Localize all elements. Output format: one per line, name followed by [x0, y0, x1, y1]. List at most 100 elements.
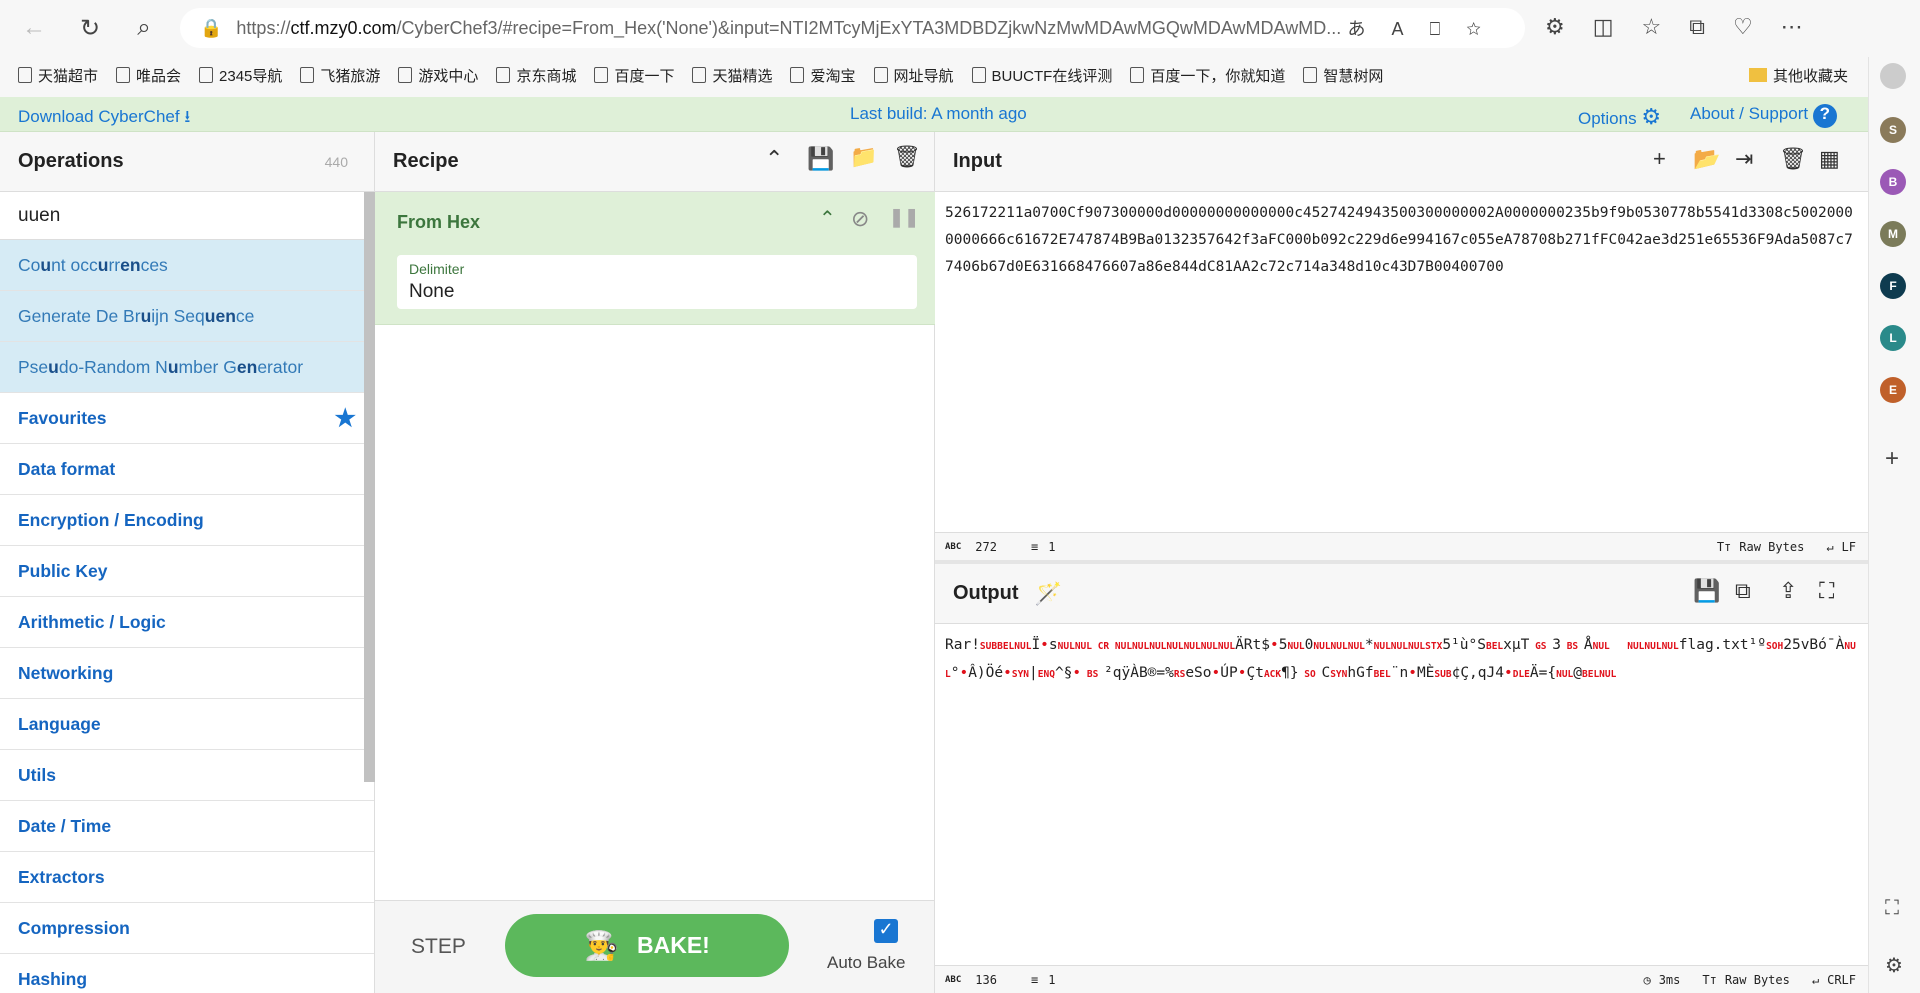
bookmark-item[interactable]: 游戏中心: [398, 65, 478, 86]
operation-name: From Hex: [397, 212, 481, 232]
output-eol[interactable]: CRLF: [1827, 973, 1856, 987]
bookmark-item[interactable]: 百度一下，你就知道: [1130, 65, 1285, 86]
bake-button[interactable]: 👨‍🍳 BAKE!: [505, 914, 789, 977]
bookmark-label: BUUCTF在线评测: [991, 67, 1113, 85]
replace-input-icon[interactable]: ⇪: [1779, 578, 1797, 604]
result-text-part: mber G: [178, 356, 237, 377]
result-text-part: rr: [108, 254, 121, 275]
output-text-run: *: [1364, 637, 1374, 653]
operation-result[interactable]: Co u nt occ u rr en ces: [0, 240, 374, 291]
profile-avatar[interactable]: F: [1880, 273, 1906, 299]
control-char: BEL: [997, 641, 1015, 652]
category-networking[interactable]: Networking: [0, 648, 374, 699]
input-textarea[interactable]: 526172211a0700Cf907300000d00000000000000…: [935, 192, 1868, 532]
operation-result[interactable]: Generate De Br u ijn Seq uen ce: [0, 291, 374, 342]
output-text[interactable]: Rar!SUBBELNULÏ•sNULNUL CR NULNULNULNULNU…: [935, 624, 1868, 696]
disable-operation-icon[interactable]: ⊘: [851, 206, 869, 232]
category-data-format[interactable]: Data format: [0, 444, 374, 495]
category-public-key[interactable]: Public Key: [0, 546, 374, 597]
clear-recipe-icon[interactable]: 🗑: [893, 144, 921, 170]
screenshot-icon[interactable]: ⛶: [1885, 897, 1899, 920]
output-encoding[interactable]: Raw Bytes: [1725, 973, 1790, 987]
copy-output-icon[interactable]: ⧉: [1735, 578, 1751, 604]
browser-extension-icons[interactable]: ⚙◫☆⧉♡⋯: [1545, 14, 1831, 40]
collapse-all-icon[interactable]: ⌃: [765, 146, 783, 172]
category-utils[interactable]: Utils: [0, 750, 374, 801]
add-input-icon[interactable]: +: [1653, 146, 1666, 172]
refresh-icon[interactable]: ↻: [72, 10, 108, 46]
settings-icon[interactable]: ⚙: [1885, 953, 1903, 978]
input-encoding[interactable]: Raw Bytes: [1739, 540, 1804, 554]
profile-avatar[interactable]: M: [1880, 221, 1906, 247]
operations-scrollbar[interactable]: [364, 192, 375, 782]
input-eol[interactable]: LF: [1842, 540, 1856, 554]
add-icon[interactable]: +: [1885, 445, 1899, 473]
bookmark-item[interactable]: 网址导航: [873, 65, 954, 86]
bookmark-item[interactable]: 2345导航: [199, 65, 282, 86]
category-arithmetic-logic[interactable]: Arithmetic / Logic: [0, 597, 374, 648]
profile-avatar[interactable]: L: [1880, 325, 1906, 351]
address-bar[interactable]: 🔒 https://ctf.mzy0.com/CyberChef3/#recip…: [180, 8, 1525, 48]
magic-wand-icon[interactable]: 🪄: [1035, 581, 1062, 607]
profile-avatar[interactable]: S: [1880, 117, 1906, 143]
result-text-part: u: [97, 254, 109, 275]
delimiter-field[interactable]: Delimiter None: [397, 255, 917, 309]
profile-avatar[interactable]: B: [1880, 169, 1906, 195]
operation-result[interactable]: Pse u do-Random Nu mber Gen erator: [0, 342, 374, 393]
options-link[interactable]: Options ⚙: [1578, 104, 1661, 130]
pause-icon[interactable]: ❚❚: [889, 207, 919, 228]
category-extractors[interactable]: Extractors: [0, 852, 374, 903]
bookmark-item[interactable]: 百度一下: [594, 65, 674, 86]
recipe-operation-from-hex[interactable]: From Hex ⌃ ⊘ ❚❚ Delimiter None: [375, 192, 935, 325]
bookmark-item[interactable]: 飞猪旅游: [300, 65, 380, 86]
bookmark-item[interactable]: 唯品会: [116, 65, 181, 86]
bookmark-item[interactable]: BUUCTF在线评测: [971, 65, 1113, 86]
step-button[interactable]: STEP: [411, 935, 466, 959]
text-encoding-icon[interactable]: Tт: [1717, 540, 1731, 554]
text-encoding-icon[interactable]: Tт: [1702, 973, 1716, 987]
reset-layout-icon[interactable]: ▦: [1819, 146, 1840, 172]
bookmark-item[interactable]: 智慧树网: [1303, 65, 1383, 86]
control-char: DLE: [1512, 669, 1530, 680]
copilot-icon[interactable]: [1880, 63, 1906, 89]
category-encryption-encoding[interactable]: Encryption / Encoding: [0, 495, 374, 546]
control-dot: •: [1211, 665, 1221, 681]
bookmark-icon: [790, 67, 805, 83]
clear-input-icon[interactable]: 🗑: [1779, 146, 1807, 172]
category-language[interactable]: Language: [0, 699, 374, 750]
bookmark-item[interactable]: 京东商城: [496, 65, 576, 86]
output-text-run: hGf: [1347, 665, 1374, 681]
auto-bake-checkbox[interactable]: ✓: [874, 919, 898, 943]
other-bookmarks[interactable]: 其他收藏夹: [1748, 65, 1848, 86]
bookmark-item[interactable]: 天猫精选: [692, 65, 772, 86]
category-hashing[interactable]: Hashing: [0, 954, 374, 993]
open-file-icon[interactable]: ⇥: [1735, 146, 1753, 172]
back-icon[interactable]: ←: [16, 10, 52, 46]
category-compression[interactable]: Compression: [0, 903, 374, 954]
operations-search-input[interactable]: uuen: [0, 192, 374, 240]
download-cyberchef-link[interactable]: Download CyberChef ⭳: [18, 104, 190, 133]
bookmark-item[interactable]: 爱淘宝: [790, 65, 856, 86]
about-support-link[interactable]: About / Support ?: [1690, 104, 1837, 128]
open-folder-icon[interactable]: 📂: [1693, 146, 1720, 172]
search-icon[interactable]: ⌕: [126, 10, 162, 46]
bookmark-item[interactable]: 天猫超市: [18, 65, 98, 86]
category-favourites[interactable]: Favourites ★: [0, 393, 374, 444]
bookmark-icon: [496, 67, 511, 83]
category-label: Favourites: [18, 407, 107, 428]
save-output-icon[interactable]: 💾: [1693, 578, 1720, 604]
address-actions-icons[interactable]: あA⎕☆: [1348, 15, 1508, 41]
profile-avatar[interactable]: E: [1880, 377, 1906, 403]
collapse-operation-icon[interactable]: ⌃: [819, 206, 836, 231]
category-date-time[interactable]: Date / Time: [0, 801, 374, 852]
maximize-icon[interactable]: ⛶: [1819, 578, 1834, 604]
bookmark-label: 网址导航: [893, 67, 954, 85]
load-recipe-icon[interactable]: 📁: [850, 144, 877, 170]
recipe-panel: Recipe ⌃ 💾 📁 🗑 From Hex ⌃ ⊘ ❚❚ Delimiter…: [375, 132, 935, 900]
control-char: NUL: [1407, 641, 1426, 652]
url-prefix: https://: [236, 17, 291, 38]
output-text-run: Rar!: [945, 637, 980, 653]
save-recipe-icon[interactable]: 💾: [807, 146, 834, 172]
category-label: Extractors: [18, 866, 105, 887]
output-title: Output: [953, 582, 1019, 604]
